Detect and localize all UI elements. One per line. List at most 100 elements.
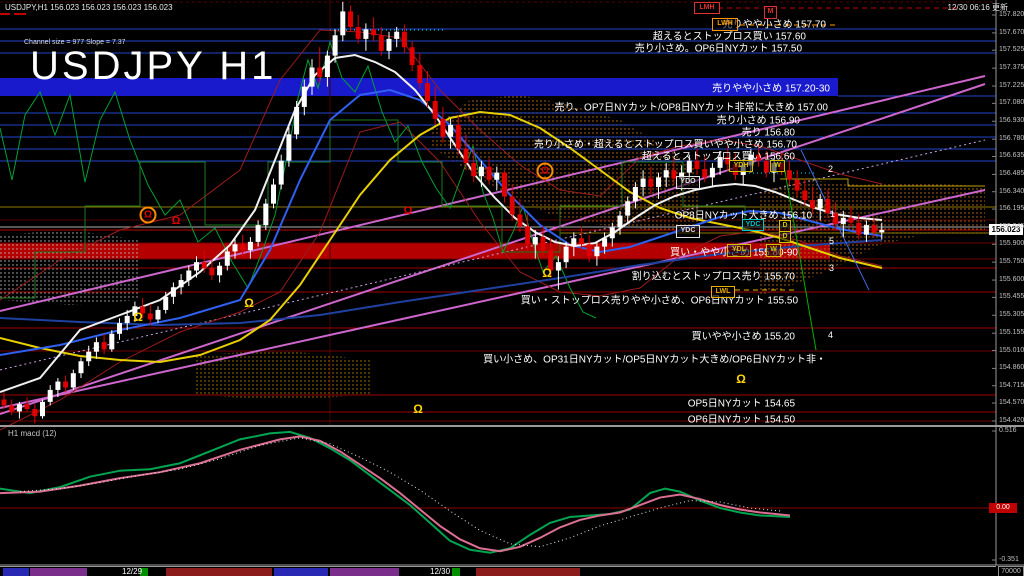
candle-body	[217, 266, 222, 276]
candle-body	[40, 402, 45, 416]
candle-body	[294, 107, 299, 134]
candle-body	[494, 173, 499, 180]
candle-body	[525, 226, 530, 244]
candle-body	[810, 200, 815, 208]
candle-body	[279, 161, 284, 185]
candle-body	[317, 68, 322, 78]
candle-body	[387, 39, 392, 51]
candle-body	[17, 404, 22, 411]
candle-body	[325, 56, 330, 77]
candle-body	[333, 35, 338, 55]
candle-body	[440, 119, 445, 137]
candle-body	[448, 125, 453, 137]
macd-line-green	[0, 432, 790, 553]
candle-body	[725, 157, 730, 164]
candle-body	[179, 280, 184, 287]
candle-body	[579, 238, 584, 244]
candle-body	[756, 155, 761, 161]
candle-body	[394, 32, 399, 39]
candle-body	[225, 251, 230, 265]
candle-body	[132, 306, 137, 316]
candle-body	[825, 199, 830, 213]
candle-body	[479, 167, 484, 177]
candle-body	[402, 32, 407, 48]
candle-body	[263, 204, 268, 225]
candle-body	[433, 101, 438, 119]
candle-body	[602, 238, 607, 246]
candle-body	[610, 228, 615, 239]
candle-body	[702, 169, 707, 177]
cloud-mid	[430, 95, 700, 235]
mt4-chart-window: USDJPY H1 USDJPY,H1 156.023 156.023 156.…	[0, 0, 1024, 576]
candle-body	[86, 352, 91, 362]
candle-body	[55, 382, 60, 390]
ma-white-fast	[0, 55, 882, 392]
candle-body	[286, 134, 291, 160]
candle-body	[795, 180, 800, 191]
candle-body	[587, 244, 592, 256]
candle-body	[856, 223, 861, 235]
candle-body	[510, 196, 515, 214]
candle-body	[718, 157, 723, 168]
candle-body	[710, 168, 715, 178]
candle-body	[194, 262, 199, 270]
candle-body	[240, 244, 245, 250]
candle-body	[564, 247, 569, 263]
candle-body	[625, 201, 630, 215]
candle-body	[417, 65, 422, 83]
candle-body	[209, 268, 214, 275]
candle-body	[548, 250, 553, 270]
candle-body	[517, 214, 522, 226]
candle-body	[186, 271, 191, 281]
candle-body	[841, 218, 846, 224]
candle-body	[25, 404, 30, 409]
candle-body	[833, 213, 838, 224]
cloud-lower	[195, 350, 370, 400]
candle-body	[356, 27, 361, 39]
candle-body	[872, 225, 877, 232]
candle-body	[671, 170, 676, 178]
candle-body	[687, 161, 692, 173]
candle-body	[302, 87, 307, 107]
candle-body	[818, 199, 823, 209]
candle-body	[656, 177, 661, 187]
candle-body	[594, 247, 599, 257]
candle-body	[140, 306, 145, 313]
candle-body	[648, 179, 653, 187]
candle-body	[741, 165, 746, 175]
candle-body	[348, 11, 353, 27]
candle-body	[102, 342, 107, 349]
candle-body	[32, 409, 37, 416]
candle-body	[233, 244, 238, 251]
candle-body	[764, 161, 769, 173]
candle-body	[202, 262, 207, 268]
candle-body	[802, 191, 807, 201]
candle-body	[379, 35, 384, 51]
candle-body	[772, 163, 777, 173]
candle-body	[541, 237, 546, 250]
candle-body	[618, 216, 623, 228]
candle-body	[2, 399, 7, 405]
candle-body	[248, 242, 253, 250]
candle-body	[410, 47, 415, 65]
candle-body	[71, 373, 76, 387]
candle-body	[171, 287, 176, 297]
candle-body	[849, 218, 854, 223]
candle-body	[271, 185, 276, 204]
candle-body	[256, 225, 261, 242]
candle-body	[125, 316, 130, 323]
candle-body	[94, 342, 99, 352]
candle-body	[371, 29, 376, 35]
candle-body	[456, 125, 461, 149]
candle-body	[48, 390, 53, 402]
candle-body	[571, 238, 576, 246]
candle-body	[471, 163, 476, 176]
candle-body	[502, 173, 507, 197]
candle-body	[664, 170, 669, 177]
candle-body	[117, 323, 122, 334]
candle-body	[748, 155, 753, 166]
candle-body	[641, 179, 646, 187]
candle-body	[864, 225, 869, 235]
candle-body	[63, 382, 68, 388]
candle-body	[879, 230, 884, 232]
